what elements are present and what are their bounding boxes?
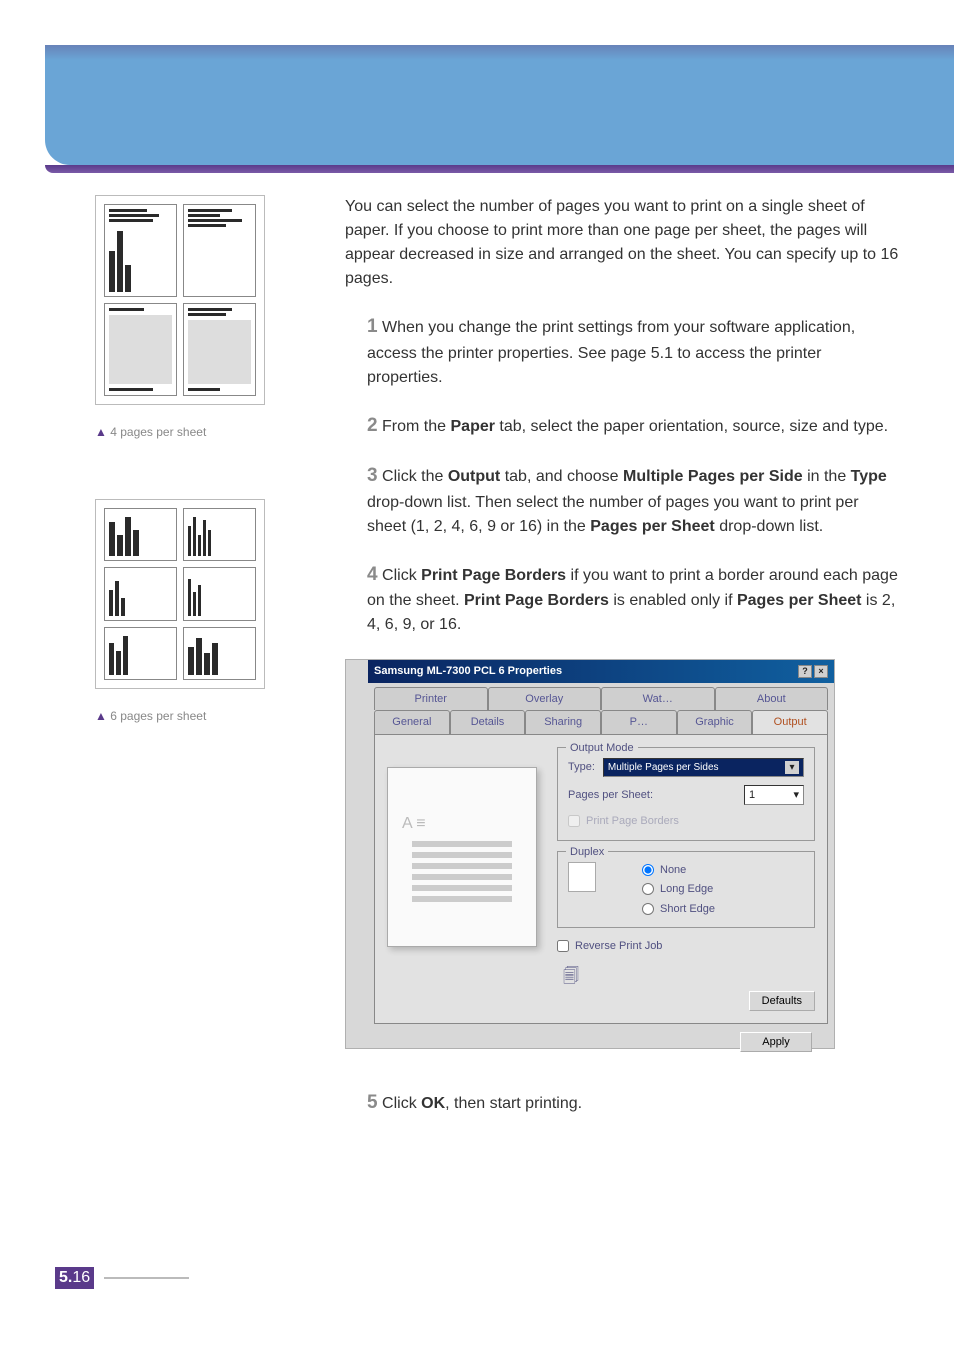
step-5-a: Click xyxy=(382,1095,421,1112)
thumbnail-6up xyxy=(95,499,265,689)
duplex-legend: Duplex xyxy=(566,844,608,861)
printer-properties-dialog: Samsung ML-7300 PCL 6 Properties ? × Gen… xyxy=(345,659,835,1049)
defaults-button[interactable]: Defaults xyxy=(749,991,815,1011)
step-number: 4 xyxy=(367,564,378,585)
intro-paragraph: You can select the number of pages you w… xyxy=(345,195,899,291)
header-gradient xyxy=(45,45,954,60)
type-dropdown[interactable]: Multiple Pages per Sides▾ xyxy=(603,758,804,777)
step-number: 2 xyxy=(367,415,378,436)
radio-none[interactable]: None xyxy=(642,862,715,879)
step-number: 1 xyxy=(367,316,378,337)
output-mode-group: Output Mode Type: Multiple Pages per Sid… xyxy=(557,747,815,841)
tab-output[interactable]: Output xyxy=(752,710,828,734)
step-5-b: OK xyxy=(421,1095,445,1112)
chevron-down-icon: ▾ xyxy=(785,761,799,774)
step-3-b: Output xyxy=(448,468,500,485)
tab-graphic[interactable]: Graphic xyxy=(677,710,753,734)
step-3-e: in the xyxy=(803,468,851,485)
preview-pane: A ≡ xyxy=(387,747,537,1011)
step-3-i: drop-down list. xyxy=(715,518,824,535)
thumbnail-4up xyxy=(95,195,265,405)
step-4-d: Print Page Borders xyxy=(464,592,609,609)
tab-about[interactable]: About xyxy=(715,687,829,711)
left-column: 4 pages per sheet 6 pages per sheet xyxy=(95,195,295,1140)
pps-label: Pages per Sheet: xyxy=(568,787,653,804)
reverse-print-checkbox[interactable]: Reverse Print Job xyxy=(557,938,815,955)
pps-dropdown[interactable]: 1▾ xyxy=(744,785,804,806)
step-3-h: Pages per Sheet xyxy=(590,518,715,535)
right-column: You can select the number of pages you w… xyxy=(345,195,899,1140)
duplex-icon xyxy=(568,862,596,892)
step-5-c: , then start printing. xyxy=(445,1095,582,1112)
step-number: 3 xyxy=(367,465,378,486)
close-icon[interactable]: × xyxy=(814,665,828,678)
step-4-a: Click xyxy=(382,567,421,584)
help-icon[interactable]: ? xyxy=(798,665,812,678)
step-4-b: Print Page Borders xyxy=(421,567,566,584)
step-3: 3 Click the Output tab, and choose Multi… xyxy=(345,462,899,539)
tabbar: General Details Sharing P… Graphic Outpu… xyxy=(374,687,828,734)
step-3-a: Click the xyxy=(382,468,448,485)
dialog-titlebar: Samsung ML-7300 PCL 6 Properties ? × xyxy=(368,660,834,683)
step-3-d: Multiple Pages per Side xyxy=(623,468,803,485)
apply-button[interactable]: Apply xyxy=(740,1032,812,1052)
step-1: 1 When you change the print settings fro… xyxy=(345,313,899,390)
tab-watermark[interactable]: Wat… xyxy=(601,687,715,711)
step-1-text: When you change the print settings from … xyxy=(367,319,855,386)
tab-details[interactable]: Details xyxy=(450,710,526,734)
page-number: 5.16 xyxy=(55,1267,189,1289)
step-2-c: tab, select the paper orientation, sourc… xyxy=(495,418,888,435)
chevron-down-icon: ▾ xyxy=(793,787,799,804)
radio-long-edge[interactable]: Long Edge xyxy=(642,881,715,898)
step-2-a: From the xyxy=(382,418,450,435)
caption-4-per-sheet: 4 pages per sheet xyxy=(95,425,295,439)
step-2: 2 From the Paper tab, select the paper o… xyxy=(345,412,899,441)
tab-overlay[interactable]: Overlay xyxy=(488,687,602,711)
tab-pane-output: A ≡ Output Mode Type: Multiple Pages per… xyxy=(374,734,828,1024)
caption-6-per-sheet: 6 pages per sheet xyxy=(95,709,295,723)
step-3-f: Type xyxy=(851,468,887,485)
step-5: 5 Click OK, then start printing. xyxy=(345,1089,899,1118)
tab-p[interactable]: P… xyxy=(601,710,677,734)
step-4: 4 Click Print Page Borders if you want t… xyxy=(345,561,899,638)
print-page-borders-checkbox[interactable]: Print Page Borders xyxy=(568,813,804,830)
tab-general[interactable]: General xyxy=(374,710,450,734)
step-2-b: Paper xyxy=(451,418,495,435)
dialog-title-text: Samsung ML-7300 PCL 6 Properties xyxy=(374,663,562,680)
duplex-group: Duplex None Long Edge Short Edge xyxy=(557,851,815,929)
radio-short-edge[interactable]: Short Edge xyxy=(642,901,715,918)
type-label: Type: xyxy=(568,759,595,776)
step-4-f: Pages per Sheet xyxy=(737,592,862,609)
step-number: 5 xyxy=(367,1092,378,1113)
page-header xyxy=(45,0,954,165)
step-3-c: tab, and choose xyxy=(500,468,623,485)
tab-sharing[interactable]: Sharing xyxy=(525,710,601,734)
reverse-icon: 🗐 xyxy=(557,965,585,989)
output-mode-legend: Output Mode xyxy=(566,740,638,757)
content-area: 4 pages per sheet 6 pages per sheet You … xyxy=(0,165,954,1140)
tab-printer[interactable]: Printer xyxy=(374,687,488,711)
step-4-e: is enabled only if xyxy=(609,592,737,609)
